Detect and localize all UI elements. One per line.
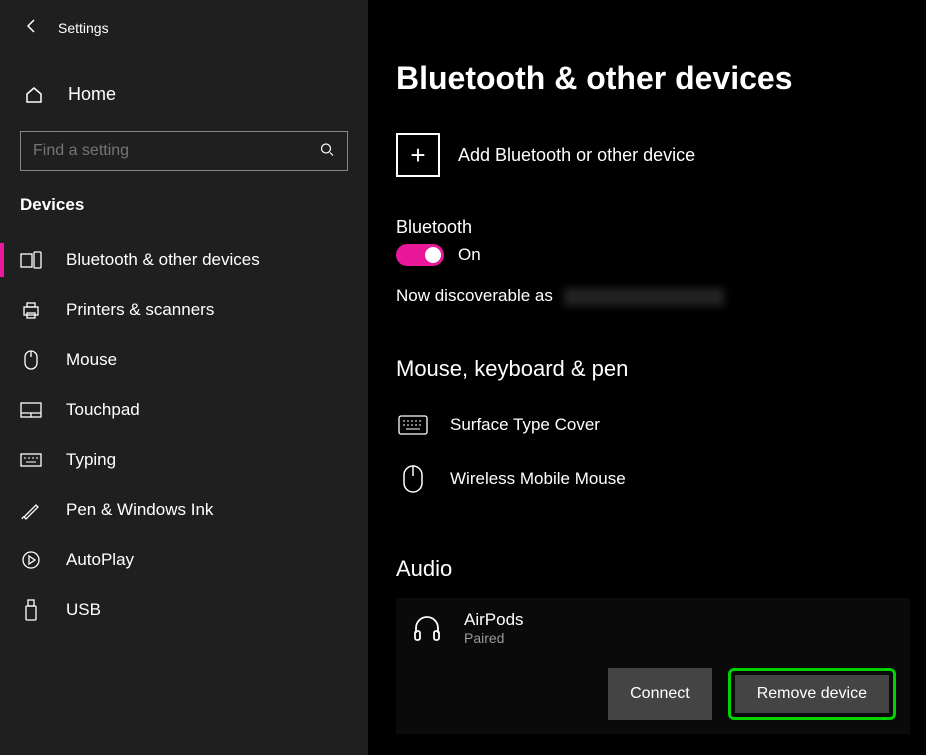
bluetooth-toggle[interactable] xyxy=(396,244,444,266)
sidebar-item-typing[interactable]: Typing xyxy=(0,435,368,485)
settings-sidebar: Settings Home Devices Bluetooth & other … xyxy=(0,0,368,755)
audio-device-status: Paired xyxy=(464,630,524,646)
sidebar-item-printers[interactable]: Printers & scanners xyxy=(0,285,368,335)
audio-device-card[interactable]: AirPods Paired Connect Remove device xyxy=(396,598,910,734)
discoverable-text: Now discoverable as xyxy=(396,286,926,306)
main-content: Bluetooth & other devices + Add Bluetoot… xyxy=(368,0,926,755)
nav-list: Bluetooth & other devices Printers & sca… xyxy=(0,235,368,635)
touchpad-icon xyxy=(20,399,42,421)
sidebar-item-label: USB xyxy=(66,600,101,620)
bluetooth-toggle-row: On xyxy=(396,244,926,266)
back-arrow-icon[interactable] xyxy=(24,18,40,39)
device-row-mouse[interactable]: Wireless Mobile Mouse xyxy=(396,452,926,506)
mouse-device-icon xyxy=(396,462,430,496)
category-header: Devices xyxy=(0,171,368,225)
device-name: Wireless Mobile Mouse xyxy=(450,469,626,489)
app-title: Settings xyxy=(58,20,109,36)
page-title: Bluetooth & other devices xyxy=(396,60,926,97)
sidebar-item-label: Pen & Windows Ink xyxy=(66,500,213,520)
sidebar-item-label: AutoPlay xyxy=(66,550,134,570)
sidebar-item-label: Bluetooth & other devices xyxy=(66,250,260,270)
home-button[interactable]: Home xyxy=(0,72,368,117)
audio-actions: Connect Remove device xyxy=(410,668,896,720)
search-container xyxy=(20,131,348,171)
mouse-icon xyxy=(20,349,42,371)
input-group-title: Mouse, keyboard & pen xyxy=(396,356,926,382)
printer-icon xyxy=(20,299,42,321)
device-row-keyboard[interactable]: Surface Type Cover xyxy=(396,398,926,452)
pen-icon xyxy=(20,499,42,521)
usb-icon xyxy=(20,599,42,621)
headphones-icon xyxy=(410,611,444,645)
audio-device-name: AirPods xyxy=(464,610,524,630)
plus-icon: + xyxy=(396,133,440,177)
device-name: Surface Type Cover xyxy=(450,415,600,435)
toggle-knob xyxy=(425,247,441,263)
sidebar-item-mouse[interactable]: Mouse xyxy=(0,335,368,385)
search-input[interactable] xyxy=(20,131,348,171)
remove-highlight: Remove device xyxy=(728,668,896,720)
home-label: Home xyxy=(68,84,116,105)
remove-device-button[interactable]: Remove device xyxy=(735,675,889,713)
sidebar-item-touchpad[interactable]: Touchpad xyxy=(0,385,368,435)
audio-group-title: Audio xyxy=(396,556,926,582)
add-device-button[interactable]: + Add Bluetooth or other device xyxy=(396,133,926,177)
keyboard-icon xyxy=(20,449,42,471)
sidebar-header: Settings xyxy=(0,8,368,44)
discoverable-name-redacted xyxy=(564,288,724,306)
sidebar-item-autoplay[interactable]: AutoPlay xyxy=(0,535,368,585)
sidebar-item-label: Printers & scanners xyxy=(66,300,214,320)
devices-icon xyxy=(20,249,42,271)
bluetooth-label: Bluetooth xyxy=(396,217,926,238)
sidebar-item-label: Touchpad xyxy=(66,400,140,420)
add-device-label: Add Bluetooth or other device xyxy=(458,145,695,166)
sidebar-item-label: Typing xyxy=(66,450,116,470)
sidebar-item-pen[interactable]: Pen & Windows Ink xyxy=(0,485,368,535)
audio-device-info: AirPods Paired xyxy=(464,610,524,646)
sidebar-item-label: Mouse xyxy=(66,350,117,370)
keyboard-device-icon xyxy=(396,408,430,442)
discoverable-prefix: Now discoverable as xyxy=(396,286,553,305)
sidebar-item-usb[interactable]: USB xyxy=(0,585,368,635)
home-icon xyxy=(24,85,44,105)
bluetooth-state: On xyxy=(458,245,481,265)
connect-button[interactable]: Connect xyxy=(608,668,712,720)
sidebar-item-bluetooth[interactable]: Bluetooth & other devices xyxy=(0,235,368,285)
autoplay-icon xyxy=(20,549,42,571)
audio-device-row: AirPods Paired xyxy=(410,610,896,646)
